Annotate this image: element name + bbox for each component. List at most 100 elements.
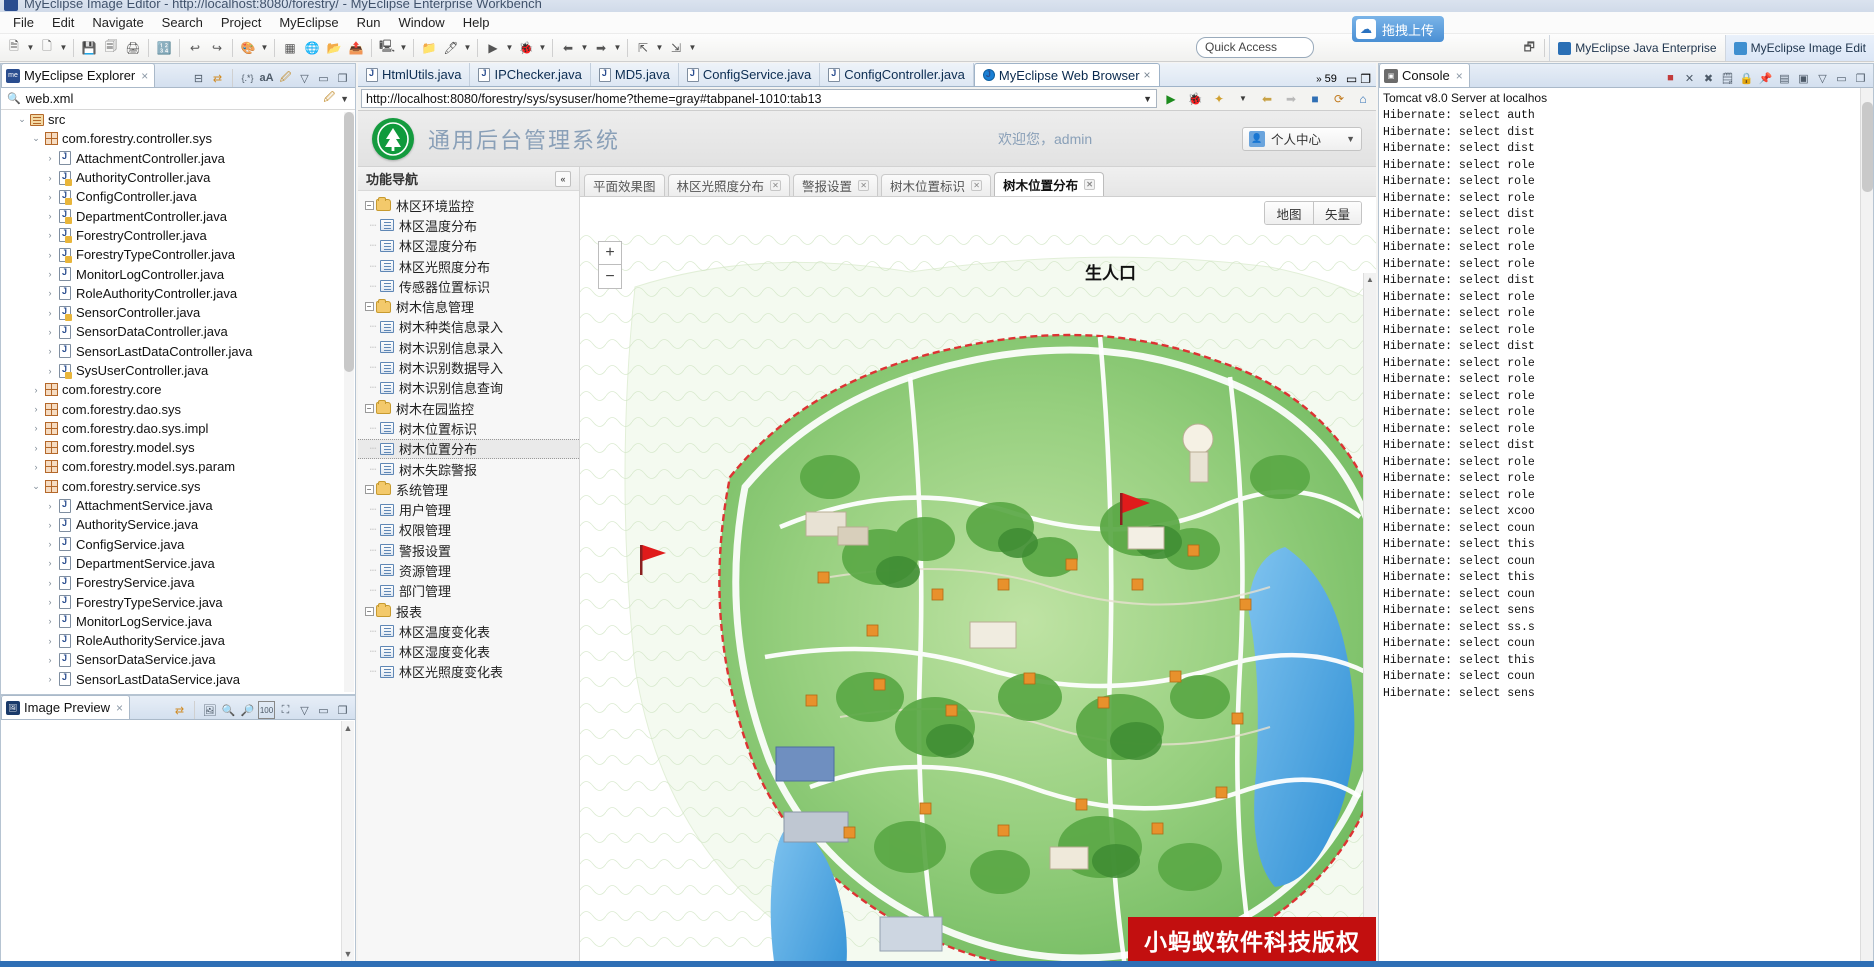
print-icon[interactable]: 🖨 (123, 37, 143, 59)
nav-group[interactable]: − 林区环境监控 (358, 195, 579, 215)
tree-node[interactable]: › AuthorityService.java (1, 515, 355, 534)
view-menu-icon[interactable]: ▽ (296, 69, 313, 87)
tree-node[interactable]: › SysUserController.java (1, 361, 355, 380)
web-browser-icon[interactable]: 🌐 (302, 37, 322, 59)
run-icon[interactable]: ▶ (1161, 89, 1181, 109)
forward-caret-icon[interactable]: ▼ (612, 37, 623, 59)
editor-tab-configcontroller-java[interactable]: ConfigController.java (820, 63, 974, 86)
menu-item-window[interactable]: Window (389, 12, 453, 33)
editor-tab-configservice-java[interactable]: ConfigService.java (679, 63, 821, 86)
map-scrollbar[interactable]: ▲ (1363, 273, 1376, 963)
run-as-icon[interactable]: ▶ (483, 37, 503, 59)
open-console-icon[interactable]: ▣ (1795, 69, 1812, 87)
clear-icon[interactable]: 🗒 (1719, 69, 1736, 87)
nav-item[interactable]: ┈ 权限管理 (358, 520, 579, 540)
menu-item-file[interactable]: File (4, 12, 43, 33)
chevron-double-right-icon[interactable]: » (1316, 74, 1322, 85)
expand-arrow-icon[interactable]: › (43, 230, 57, 240)
new-wizard-icon[interactable]: 🗋 (37, 37, 57, 59)
tree-node[interactable]: ⌄ com.forestry.controller.sys (1, 129, 355, 148)
open-folder-icon[interactable]: 📁 (419, 37, 439, 59)
home-icon[interactable]: ⌂ (1353, 89, 1373, 109)
scroll-lock-icon[interactable]: 🔒 (1738, 69, 1755, 87)
chevron-down-icon[interactable]: ▼ (1346, 134, 1355, 144)
new-wizard-caret-icon[interactable]: ▼ (58, 37, 69, 59)
deploy-icon[interactable]: 📤 (346, 37, 366, 59)
expand-arrow-icon[interactable]: › (43, 578, 57, 588)
content-tabs[interactable]: 平面效果图 林区光照度分布 ✕ 警报设置 ✕ 树木位置标识 ✕ 树木位置分布 ✕ (580, 167, 1376, 197)
map-canvas[interactable]: + − 生人口 ▲ 小蚂蚁软件科技版权 (580, 227, 1376, 963)
nav-item[interactable]: ┈ 用户管理 (358, 499, 579, 519)
tree-node[interactable]: › SensorDataService.java (1, 650, 355, 669)
tree-node[interactable]: › SensorDataController.java (1, 322, 355, 341)
forward-nav-icon[interactable]: ➡ (591, 37, 611, 59)
collapse-arrow-icon[interactable]: ⌄ (29, 481, 43, 492)
nav-group[interactable]: − 系统管理 (358, 479, 579, 499)
expand-arrow-icon[interactable]: › (43, 655, 57, 665)
tree-node[interactable]: › AttachmentService.java (1, 496, 355, 515)
redo-icon[interactable]: ↪ (207, 37, 227, 59)
save-icon[interactable]: 💾 (79, 37, 99, 59)
debug-icon[interactable]: 🐞 (1185, 89, 1205, 109)
tab-image-preview[interactable]: 🖼 Image Preview × (1, 695, 130, 719)
explorer-scrollbar[interactable] (344, 112, 354, 692)
save-all-icon[interactable]: 🗐 (101, 37, 121, 59)
tree-node[interactable]: › com.forestry.dao.sys.impl (1, 419, 355, 438)
editor-tab-ipchecker-java[interactable]: IPChecker.java (470, 63, 591, 86)
close-icon[interactable]: × (141, 69, 148, 83)
expand-arrow-icon[interactable]: › (43, 211, 57, 221)
nav-item[interactable]: ┈ 树木位置分布 (358, 438, 579, 459)
zoom-in-icon[interactable]: 🔎 (239, 701, 256, 719)
tab-myeclipse-explorer[interactable]: me MyEclipse Explorer × (1, 63, 156, 87)
close-icon[interactable]: ✕ (971, 180, 983, 191)
tree-node[interactable]: › RoleAuthorityService.java (1, 631, 355, 650)
run-caret-icon[interactable]: ▼ (504, 37, 515, 59)
nav-group[interactable]: − 树木在园监控 (358, 398, 579, 418)
console-output[interactable]: Tomcat v8.0 Server at localhos Hibernate… (1379, 88, 1873, 962)
nav-item[interactable]: ┈ 资源管理 (358, 560, 579, 580)
open-resource-icon[interactable]: 📂 (324, 37, 344, 59)
close-icon[interactable]: × (116, 701, 123, 715)
new-dropdown-caret-icon[interactable]: ▼ (25, 37, 36, 59)
expand-arrow-icon[interactable]: › (43, 192, 57, 202)
tree-node[interactable]: › SensorLastDataController.java (1, 342, 355, 361)
content-tab-警报设置[interactable]: 警报设置 ✕ (793, 174, 879, 196)
undo-icon[interactable]: ↩ (185, 37, 205, 59)
tree-node[interactable]: › AttachmentController.java (1, 149, 355, 168)
double-chevron-left-icon[interactable]: « (555, 170, 571, 187)
nav-item[interactable]: ┈ 警报设置 (358, 540, 579, 560)
debug-as-icon[interactable]: 🐞 (516, 37, 536, 59)
fit-100-icon[interactable]: 100 (258, 701, 275, 719)
new-icon[interactable]: 🗎 (4, 37, 24, 59)
expand-arrow-icon[interactable]: › (29, 404, 43, 414)
expand-arrow-icon[interactable]: › (43, 520, 57, 530)
tree-node[interactable]: › DepartmentController.java (1, 206, 355, 225)
nav-item[interactable]: ┈ 树木识别信息查询 (358, 378, 579, 398)
open-perspective-icon[interactable]: 🗗 (1518, 37, 1540, 59)
minimize-icon[interactable]: ▭ (1346, 72, 1357, 86)
expand-arrow-icon[interactable]: › (43, 674, 57, 684)
pencil-icon[interactable]: 🖉 (277, 69, 294, 87)
close-icon[interactable]: × (1144, 68, 1151, 82)
remove-icon[interactable]: ✕ (1681, 69, 1698, 87)
view-menu-icon[interactable]: ▽ (296, 701, 313, 719)
collapse-toggle-icon[interactable]: − (362, 606, 376, 616)
tree-node[interactable]: › ForestryTypeController.java (1, 245, 355, 264)
fit-window-icon[interactable]: ⛶ (277, 701, 294, 719)
scrollbar-thumb[interactable] (1862, 102, 1873, 192)
nav-item[interactable]: ┈ 林区光照度变化表 (358, 662, 579, 682)
tree-node[interactable]: › DepartmentService.java (1, 554, 355, 573)
nav-item[interactable]: ┈ 林区湿度变化表 (358, 642, 579, 662)
minimize-icon[interactable]: ▭ (315, 69, 332, 87)
map-mode-vector[interactable]: 矢量 (1313, 202, 1361, 224)
tree-node[interactable]: › ConfigService.java (1, 535, 355, 554)
menu-item-run[interactable]: Run (348, 12, 390, 33)
close-icon[interactable]: ✕ (858, 180, 870, 191)
nav-item[interactable]: ┈ 林区湿度分布 (358, 236, 579, 256)
remove-all-icon[interactable]: ✖ (1700, 69, 1717, 87)
menu-item-edit[interactable]: Edit (43, 12, 83, 33)
maximize-icon[interactable]: ❐ (1360, 72, 1371, 86)
menu-item-help[interactable]: Help (454, 12, 499, 33)
tree-node[interactable]: › MonitorLogService.java (1, 612, 355, 631)
nav-item[interactable]: ┈ 部门管理 (358, 581, 579, 601)
